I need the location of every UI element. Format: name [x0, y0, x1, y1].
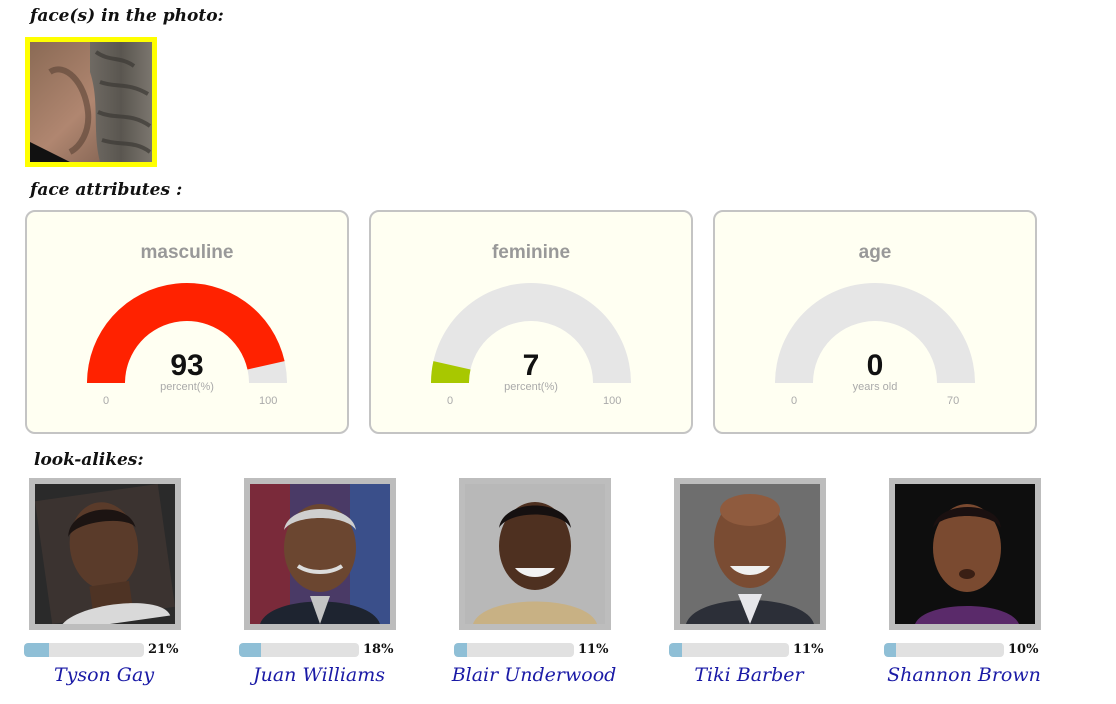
- gauge-value: 7: [522, 349, 540, 382]
- gauge-value: 0: [866, 349, 884, 382]
- gauge-card-age: age 0 years old 0 70: [713, 210, 1037, 434]
- lookalike-name-link[interactable]: Shannon Brown: [849, 664, 1079, 686]
- similarity-bar-fill: [669, 643, 683, 657]
- gauge-value: 93: [170, 349, 204, 382]
- similarity-bar: [669, 643, 789, 657]
- similarity-percent: 21%: [148, 642, 179, 657]
- lookalike-name-link[interactable]: Blair Underwood: [419, 664, 649, 686]
- lookalikes-section-title: look-alikes:: [34, 450, 144, 470]
- gauge-card-masculine: masculine 93 percent(%) 0 100: [25, 210, 349, 434]
- detected-face-thumbnail[interactable]: [25, 37, 157, 167]
- gauge-min-label: 0: [103, 395, 110, 407]
- similarity-bar-fill: [239, 643, 261, 657]
- gauge-dial: [87, 282, 287, 383]
- gauge-unit: years old: [852, 381, 898, 393]
- lookalike-name-link[interactable]: Tiki Barber: [634, 664, 864, 686]
- lookalike-name-link[interactable]: Tyson Gay: [0, 664, 219, 686]
- portrait-photo-icon: [465, 484, 605, 624]
- gauge-max-label: 100: [603, 395, 622, 407]
- lookalike-photo[interactable]: [244, 478, 396, 630]
- portrait-photo-icon: [35, 484, 175, 624]
- gauge-unit: percent(%): [504, 381, 558, 393]
- similarity-bar-fill: [884, 643, 896, 657]
- portrait-photo-icon: [895, 484, 1035, 624]
- lookalike-photo[interactable]: [459, 478, 611, 630]
- similarity-percent: 11%: [578, 642, 609, 657]
- similarity-bar: [884, 643, 1004, 657]
- gauge-card-feminine: feminine 7 percent(%) 0 100: [369, 210, 693, 434]
- attributes-section-title: face attributes :: [30, 180, 183, 200]
- similarity-bar: [24, 643, 144, 657]
- similarity-bar-fill: [24, 643, 50, 657]
- similarity-bar: [454, 643, 574, 657]
- gauge-max-label: 100: [259, 395, 278, 407]
- gauge-min-label: 0: [447, 395, 454, 407]
- lookalike-photo[interactable]: [29, 478, 181, 630]
- gauge-dial: [775, 283, 975, 383]
- faces-section-title: face(s) in the photo:: [30, 6, 224, 26]
- gauge-dial: [431, 283, 631, 383]
- similarity-percent: 18%: [363, 642, 394, 657]
- portrait-photo-icon: [250, 484, 390, 624]
- face-photo: [30, 42, 152, 162]
- similarity-bar-fill: [454, 643, 468, 657]
- gauge-min-label: 0: [791, 395, 798, 407]
- gauge-max-label: 70: [947, 395, 960, 407]
- similarity-percent: 10%: [1008, 642, 1039, 657]
- similarity-bar: [239, 643, 359, 657]
- lookalike-photo[interactable]: [674, 478, 826, 630]
- lookalike-name-link[interactable]: Juan Williams: [204, 664, 434, 686]
- lookalike-card: 10% Shannon Brown: [884, 478, 1104, 698]
- gauge-unit: percent(%): [160, 381, 214, 393]
- lookalike-photo[interactable]: [889, 478, 1041, 630]
- similarity-percent: 11%: [793, 642, 824, 657]
- portrait-photo-icon: [680, 484, 820, 624]
